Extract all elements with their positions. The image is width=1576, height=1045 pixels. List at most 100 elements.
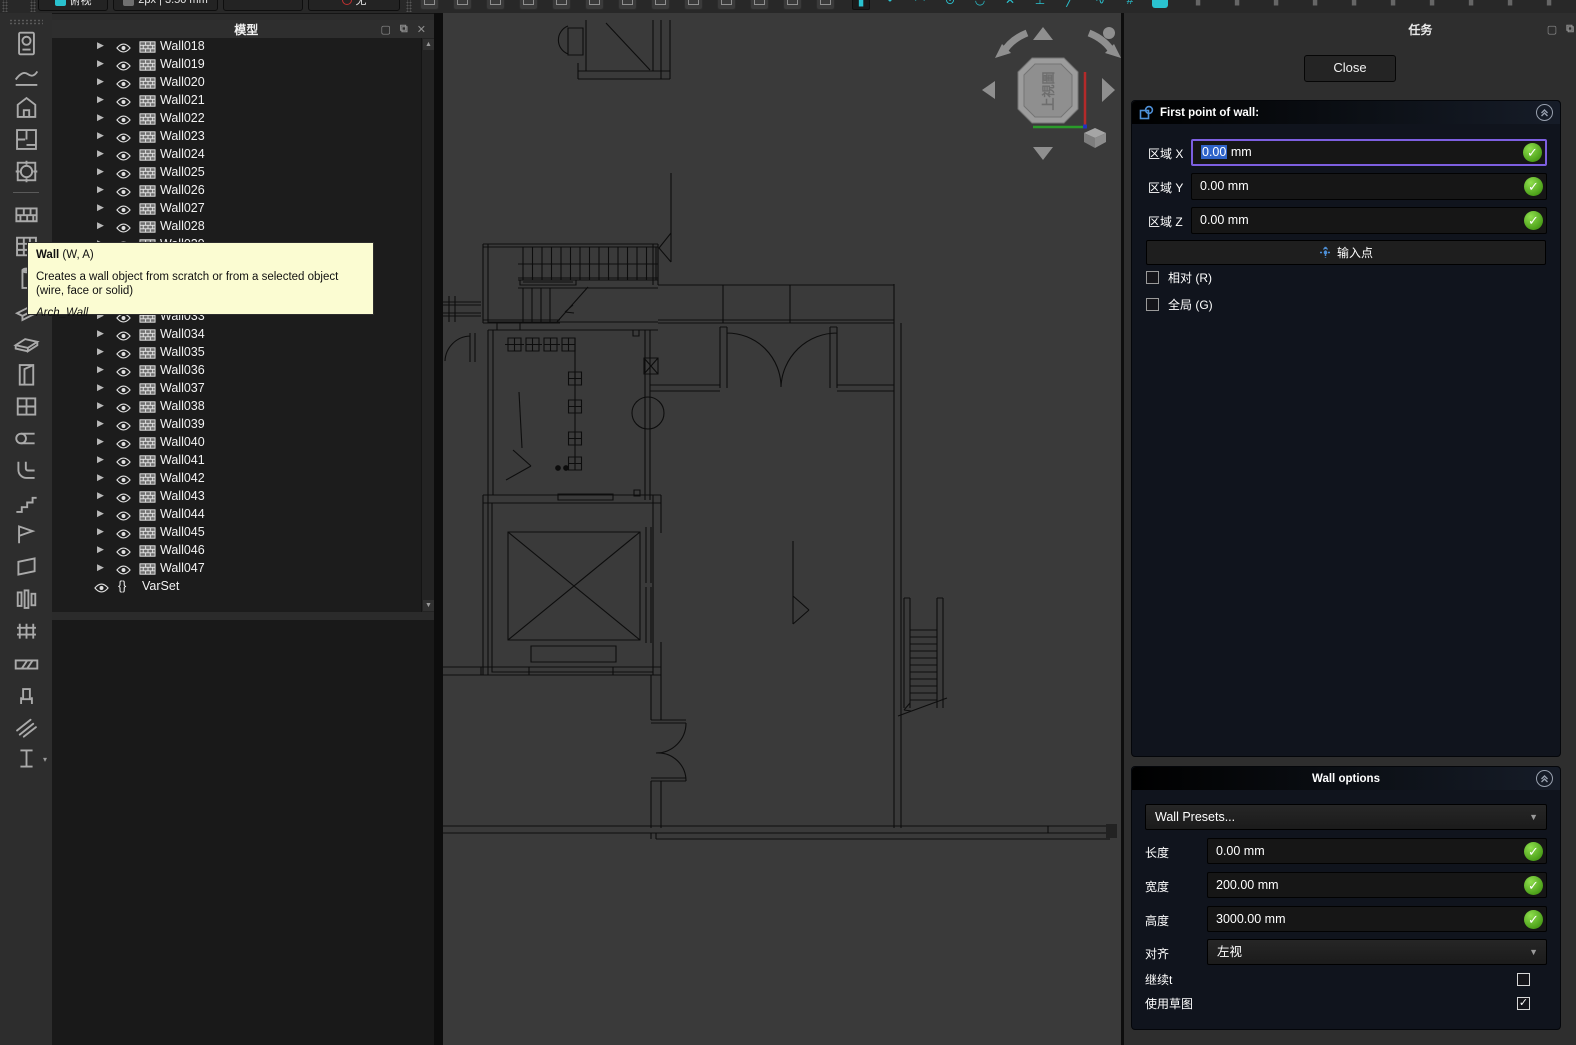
tree-item-wall[interactable]: ▶Wall047 (52, 560, 434, 578)
building-tool-button[interactable] (0, 91, 52, 123)
model-panel-titlebar[interactable]: 模型 ▢ ⧉ ✕ (52, 20, 434, 38)
expand-arrow-icon[interactable]: ▶ (97, 364, 104, 375)
tree-item-wall[interactable]: ▶Wall036 (52, 362, 434, 380)
expand-arrow-icon[interactable]: ▶ (97, 346, 104, 357)
tree-item-wall[interactable]: ▶Wall039 (52, 416, 434, 434)
draft-rect-icon[interactable] (750, 0, 769, 10)
draft-text-icon[interactable] (783, 0, 802, 10)
tree-item-wall[interactable]: ▶Wall028 (52, 218, 434, 236)
floorplan-tool-button[interactable] (0, 123, 52, 155)
wall-presets-dropdown[interactable]: Wall Presets... ▼ (1145, 804, 1547, 830)
visibility-eye-icon[interactable] (116, 132, 131, 146)
expand-arrow-icon[interactable]: ▶ (97, 220, 104, 231)
expand-arrow-icon[interactable]: ▶ (97, 418, 104, 429)
snap-extension-icon[interactable]: ╱ (1062, 0, 1078, 8)
visibility-eye-icon[interactable] (116, 456, 131, 470)
visibility-eye-icon[interactable] (116, 96, 131, 110)
draft-line-icon[interactable] (651, 0, 670, 10)
scroll-up-icon[interactable]: ▲ (423, 39, 434, 50)
toolbar-drag-handle[interactable] (30, 0, 36, 12)
snap-lock-icon[interactable]: ▮ (852, 0, 870, 10)
dock-splitter[interactable] (434, 13, 443, 1045)
refresh-icon[interactable] (585, 0, 604, 10)
tree-item-wall[interactable]: ▶Wall038 (52, 398, 434, 416)
visibility-eye-icon[interactable] (116, 186, 131, 200)
visibility-eye-icon[interactable] (116, 168, 131, 182)
expand-arrow-icon[interactable]: ▶ (97, 328, 104, 339)
toolbar-drag-handle[interactable] (9, 19, 43, 25)
tree-item-wall[interactable]: ▶Wall024 (52, 146, 434, 164)
project-tool-button[interactable] (0, 27, 52, 59)
tree-item-wall[interactable]: ▶Wall026 (52, 182, 434, 200)
undo-icon[interactable] (519, 0, 538, 10)
y-coordinate-input[interactable]: 0.00 mm ✓ (1191, 173, 1547, 200)
tree-item-wall[interactable]: ▶Wall042 (52, 470, 434, 488)
length-input[interactable]: 0.00 mm ✓ (1207, 838, 1547, 864)
visibility-eye-icon[interactable] (116, 564, 131, 578)
continue-row[interactable]: 继续t (1145, 971, 1546, 987)
tree-item-wall[interactable]: ▶Wall021 (52, 92, 434, 110)
visibility-eye-icon[interactable] (116, 384, 131, 398)
tree-item-wall[interactable]: ▶Wall044 (52, 506, 434, 524)
tree-item-wall[interactable]: ▶Wall034 (52, 326, 434, 344)
expand-arrow-icon[interactable]: ▶ (97, 202, 104, 213)
door-tool-button[interactable] (0, 358, 52, 390)
visibility-eye-icon[interactable] (116, 42, 131, 56)
stairs-tool-button[interactable] (0, 486, 52, 518)
tree-item-wall[interactable]: ▶Wall040 (52, 434, 434, 452)
expand-arrow-icon[interactable]: ▶ (97, 472, 104, 483)
snap-grid-icon[interactable]: # (1122, 0, 1138, 8)
tree-item-wall[interactable]: ▶Wall020 (52, 74, 434, 92)
tree-item-wall[interactable]: ▶Wall025 (52, 164, 434, 182)
toolbar-drag-handle[interactable] (406, 0, 412, 12)
continue-checkbox[interactable] (1517, 973, 1530, 986)
equipment-tool-button[interactable] (0, 678, 52, 710)
snap-parallel-icon[interactable]: ∿ (1092, 0, 1108, 8)
collapse-section-icon[interactable] (1536, 104, 1553, 121)
tree-item-wall[interactable]: ▶Wall035 (52, 344, 434, 362)
panel-restore-icon[interactable]: ⧉ (400, 23, 408, 36)
expand-arrow-icon[interactable]: ▶ (97, 490, 104, 501)
snap-endpoint-icon[interactable]: • (882, 0, 898, 8)
visibility-eye-icon[interactable] (116, 330, 131, 344)
visibility-eye-icon[interactable] (116, 546, 131, 560)
scroll-down-icon[interactable]: ▼ (423, 600, 434, 611)
visibility-eye-icon[interactable] (116, 348, 131, 362)
visibility-eye-icon[interactable] (116, 204, 131, 218)
visibility-eye-icon[interactable] (116, 420, 131, 434)
close-button[interactable]: Close (1304, 55, 1396, 82)
tree-item-wall[interactable]: ▶Wall037 (52, 380, 434, 398)
panel-splitter[interactable] (52, 612, 434, 620)
expand-arrow-icon[interactable]: ▶ (97, 112, 104, 123)
visibility-eye-icon[interactable] (116, 474, 131, 488)
snap-midpoint-icon[interactable]: ◠ (912, 0, 928, 8)
visibility-eye-icon[interactable] (116, 438, 131, 452)
expand-arrow-icon[interactable]: ▶ (97, 562, 104, 573)
model-tree[interactable]: ▶Wall018▶Wall019▶Wall020▶Wall021▶Wall022… (52, 38, 434, 612)
visibility-eye-icon[interactable] (94, 582, 109, 596)
slab-tool-button[interactable] (0, 326, 52, 358)
snap-working-plane-icon[interactable] (1152, 0, 1168, 8)
draft-dimension-icon[interactable] (816, 0, 835, 10)
reference-tool-button[interactable] (0, 155, 52, 187)
visibility-eye-icon[interactable] (116, 78, 131, 92)
box-select-icon[interactable] (618, 0, 637, 10)
height-input[interactable]: 3000.00 mm ✓ (1207, 906, 1547, 932)
snap-center-icon[interactable]: ⊙ (942, 0, 958, 8)
visibility-eye-icon[interactable] (116, 528, 131, 542)
panel-close-icon[interactable]: ✕ (417, 23, 426, 36)
rebar-tool-button[interactable] (0, 710, 52, 742)
expand-arrow-icon[interactable]: ▶ (97, 148, 104, 159)
visibility-eye-icon[interactable] (116, 222, 131, 236)
panel-float-icon[interactable]: ▢ (1547, 23, 1557, 36)
working-plane-button[interactable]: 俯视 (38, 0, 108, 11)
tree-scrollbar[interactable]: ▲ ▼ (421, 38, 434, 612)
expand-arrow-icon[interactable]: ▶ (97, 94, 104, 105)
tree-item-wall[interactable]: ▶Wall045 (52, 524, 434, 542)
redo-icon[interactable] (552, 0, 571, 10)
expand-arrow-icon[interactable]: ▶ (97, 166, 104, 177)
expand-arrow-icon[interactable]: ▶ (97, 40, 104, 51)
x-coordinate-input[interactable]: 0.00 mm ✓ (1191, 139, 1547, 166)
expand-arrow-icon[interactable]: ▶ (97, 76, 104, 87)
tree-item-wall[interactable]: ▶Wall018 (52, 38, 434, 56)
